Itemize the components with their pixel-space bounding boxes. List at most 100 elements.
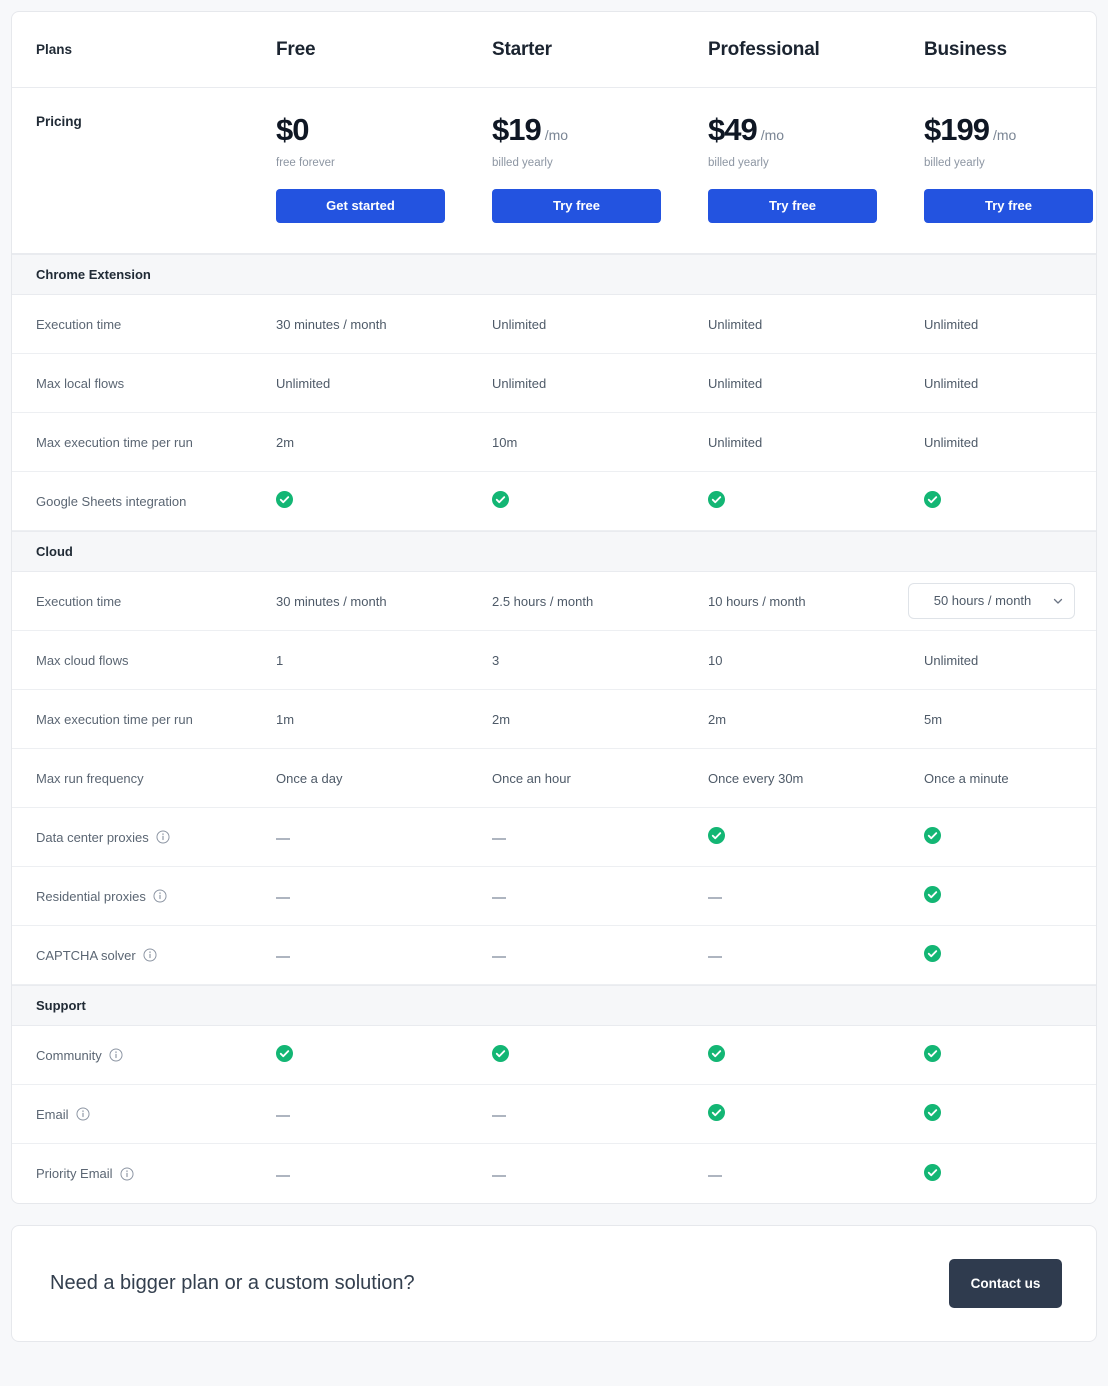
info-icon[interactable] [156,830,170,844]
check-circle-icon [708,1045,725,1062]
feature-value-excluded [252,830,468,845]
price-amount-business: $199 [924,112,990,147]
pricing-row: Pricing $0 free forever Get started $19/… [12,88,1096,254]
dash-icon [708,1174,722,1177]
feature-label-text: Priority Email [36,1166,113,1181]
dash-icon [276,1115,290,1118]
feature-label-text: Max execution time per run [36,711,193,727]
feature-value-text: Once an hour [492,770,571,786]
feature-row: Community [12,1026,1096,1085]
feature-label-text: Max execution time per run [36,434,193,450]
feature-value-included [900,886,1096,906]
feature-row-label: Max execution time per run [12,435,252,450]
dash-icon [492,897,506,900]
check-circle-icon [924,945,941,962]
feature-section: Support Community Email Priority Email [12,985,1096,1203]
section-header-row: Support [12,985,1096,1026]
feature-value-included [900,945,1096,965]
feature-value-text: 1m [276,711,295,727]
feature-value-included [468,1045,684,1065]
price-amount-free: $0 [276,112,309,147]
feature-value-text: 2m [492,711,511,727]
price-line-starter: $19/mo [492,114,684,145]
execution-time-select-wrapper: 50 hours / month [908,583,1075,619]
feature-value-text: Once every 30m [708,770,804,786]
dash-icon [276,956,290,959]
info-icon[interactable] [75,1107,90,1121]
price-line-free: $0 [276,114,468,145]
info-icon[interactable] [153,889,167,903]
check-circle-icon [492,1045,509,1062]
price-line-business: $199/mo [924,114,1096,145]
feature-value-included [684,1045,900,1065]
feature-value-excluded [468,1107,684,1122]
feature-label-text: Community [36,1047,102,1063]
check-circle-icon [924,886,941,903]
price-line-professional: $49/mo [708,114,900,145]
price-note-business: billed yearly [924,157,985,169]
pricing-cell-starter: $19/mo billed yearly Try free [468,114,684,223]
feature-value-included [252,491,468,511]
feature-row: Email [12,1085,1096,1144]
pricing-cell-professional: $49/mo billed yearly Try free [684,114,900,223]
feature-value-text: Unlimited [708,316,763,332]
check-circle-icon [276,1045,293,1062]
feature-value-excluded [684,948,900,963]
feature-row: Max execution time per run 2m 10m Unlimited… [12,413,1096,472]
feature-row-label: Max execution time per run [12,712,252,727]
feature-value-included [684,827,900,847]
feature-value-included [684,491,900,511]
feature-value-included [900,1163,1096,1184]
info-icon[interactable] [109,1048,123,1062]
section-title: Cloud [36,544,73,559]
feature-row: Data center proxies [12,808,1096,867]
feature-value-text: Unlimited [492,375,547,391]
feature-value-included [900,827,1096,847]
feature-row: Max cloud flows 1 3 10 Unlimited [12,631,1096,690]
feature-label-text: CAPTCHA solver [36,947,136,963]
feature-value-text: Unlimited [708,434,763,450]
feature-row-label: Google Sheets integration [12,494,252,509]
feature-value-text: 10m [492,434,518,450]
try-free-button-starter[interactable]: Try free [492,189,661,223]
check-circle-icon [708,491,725,508]
plans-header-row: Plans Free Starter Professional Business [12,12,1096,88]
feature-label-text: Data center proxies [36,829,149,845]
dash-icon [492,838,506,841]
feature-row: CAPTCHA solver [12,926,1096,985]
feature-row-label: Execution time [12,317,252,332]
feature-row-label: Data center proxies [12,830,252,845]
check-circle-icon [924,491,941,508]
try-free-button-professional[interactable]: Try free [708,189,877,223]
section-title: Support [36,998,86,1013]
pricing-comparison-card: Plans Free Starter Professional Business… [11,11,1097,1204]
price-amount-starter: $19 [492,112,542,147]
feature-row: Execution time 30 minutes / month Unlimite… [12,295,1096,354]
feature-value-excluded [468,948,684,963]
price-period-professional: /mo [760,127,785,143]
feature-value-included [900,1104,1096,1124]
feature-value-text: 10 hours / month [708,593,806,609]
feature-value-included [468,491,684,511]
get-started-button-free[interactable]: Get started [276,189,445,223]
feature-label-text: Residential proxies [36,888,146,904]
feature-value-text: 30 minutes / month [276,593,387,609]
feature-row: Priority Email [12,1144,1096,1203]
feature-value-text: 30 minutes / month [276,316,387,332]
check-circle-icon [492,491,509,508]
feature-row: Max execution time per run 1m 2m 2m 5m [12,690,1096,749]
feature-row: Execution time 30 minutes / month 2.5 hour… [12,572,1096,631]
execution-time-select[interactable]: 50 hours / month [908,583,1075,619]
info-icon[interactable] [143,948,157,962]
info-icon[interactable] [120,1166,134,1181]
check-circle-icon [708,1104,725,1121]
feature-value-included [252,1045,468,1065]
check-circle-icon [708,827,725,844]
feature-row-label: Community [12,1048,252,1063]
feature-value-text: Unlimited [924,316,979,332]
feature-row-label: Residential proxies [12,889,252,904]
check-circle-icon [924,1045,941,1062]
try-free-button-business[interactable]: Try free [924,189,1093,223]
plan-column-professional: Professional [708,38,820,60]
contact-us-button[interactable]: Contact us [949,1259,1062,1308]
